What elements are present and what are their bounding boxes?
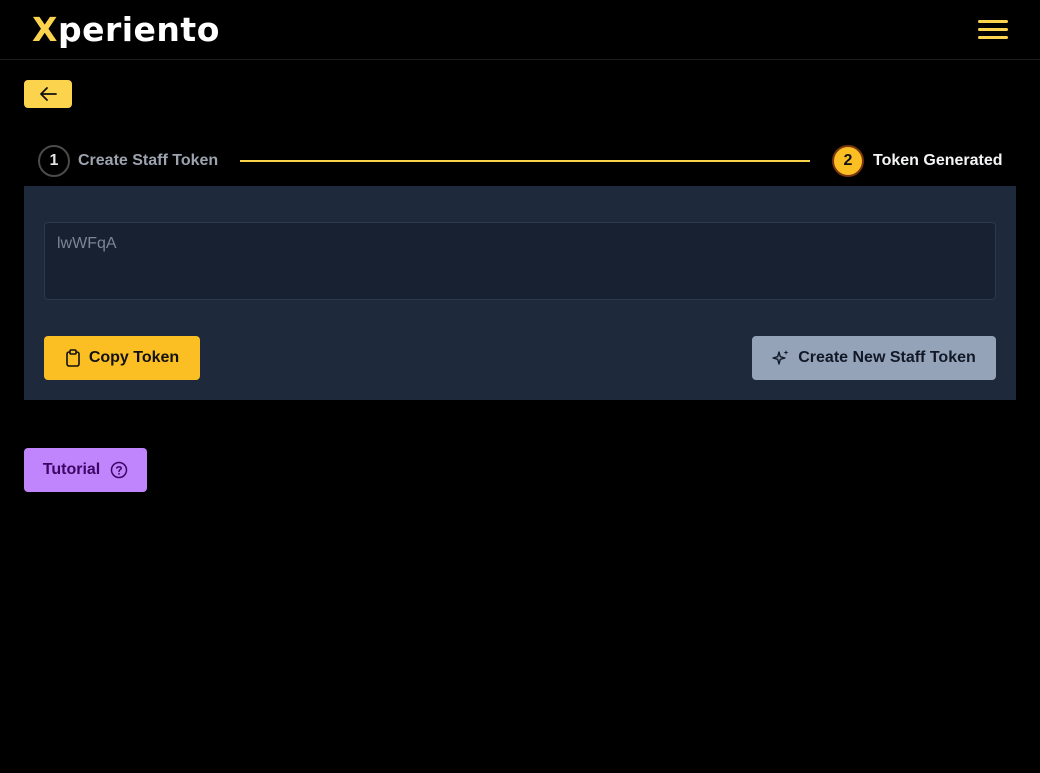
copy-token-button[interactable]: Copy Token — [44, 336, 200, 380]
tutorial-label: Tutorial — [42, 461, 101, 478]
step-connector — [240, 160, 810, 162]
hamburger-line — [978, 36, 1008, 39]
token-panel: lwWFqA Copy Token Create New Staff Token — [24, 186, 1016, 400]
app-logo[interactable]: Xperiento — [32, 10, 220, 50]
create-new-staff-token-button[interactable]: Create New Staff Token — [752, 336, 996, 380]
arrow-left-icon — [38, 86, 58, 102]
sparkles-icon — [772, 349, 790, 367]
token-display-field[interactable]: lwWFqA — [44, 222, 996, 300]
question-circle-icon — [110, 461, 128, 479]
logo-letter-x: X — [32, 10, 58, 49]
hamburger-line — [978, 28, 1008, 31]
logo-text: periento — [57, 10, 220, 49]
step-label-2: Token Generated — [873, 152, 1003, 169]
back-button[interactable] — [24, 80, 72, 108]
copy-token-label: Copy Token — [88, 349, 180, 366]
tutorial-button[interactable]: Tutorial — [24, 448, 147, 492]
hamburger-menu-button[interactable] — [974, 16, 1012, 44]
clipboard-icon — [65, 349, 81, 367]
step-label-1: Create Staff Token — [78, 152, 219, 169]
step-number-2: 2 — [832, 145, 864, 177]
hamburger-menu-icon — [978, 20, 1008, 23]
create-new-staff-token-label: Create New Staff Token — [798, 349, 976, 366]
step-number-1: 1 — [38, 145, 70, 177]
top-bar: Xperiento — [0, 0, 1040, 60]
progress-stepper: 1 Create Staff Token 2 Token Generated — [0, 140, 1040, 184]
